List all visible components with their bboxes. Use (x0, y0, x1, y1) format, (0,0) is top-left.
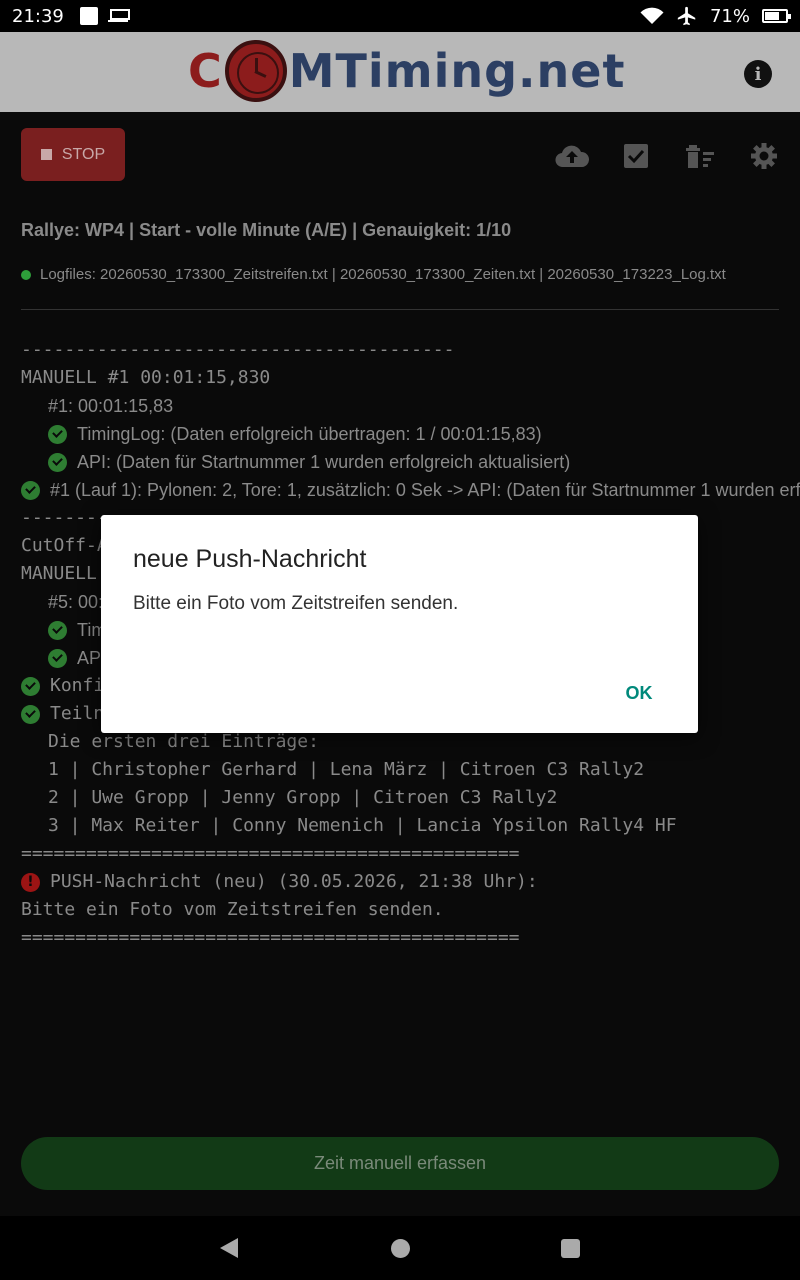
logo-text-c: C (188, 44, 223, 98)
status-dot-icon (21, 269, 31, 280)
airplane-icon (677, 6, 696, 26)
log-line: ---------------------------------------- (21, 339, 455, 360)
log-text: Teiln (50, 703, 105, 724)
manual-time-button[interactable]: Zeit manuell erfassen (21, 1137, 779, 1190)
log-line: ========================================… (21, 927, 520, 948)
status-time: 21:39 (12, 5, 64, 27)
log-line: TimingLog: (Daten erfolgreich übertragen… (21, 420, 800, 448)
check-circle-icon (21, 480, 40, 500)
log-text: #1 (Lauf 1): Pylonen: 2, Tore: 1, zusätz… (50, 480, 800, 500)
network-icon (107, 8, 130, 24)
log-line: Bitte ein Foto vom Zeitstreifen senden. (21, 899, 444, 920)
log-line: 2 | Uwe Gropp | Jenny Gropp | Citroen C3… (48, 787, 558, 808)
dialog-title: neue Push-Nachricht (133, 545, 367, 573)
status-bar: 21:39 71% (0, 0, 800, 32)
log-text: API: (Daten für Startnummer 1 wurden erf… (77, 452, 571, 472)
logfiles-text: Logfiles: 20260530_173300_Zeitstreifen.t… (40, 266, 726, 283)
battery-icon (762, 9, 791, 23)
check-circle-icon (48, 452, 67, 472)
info-icon[interactable]: i (744, 60, 772, 88)
comtiming-logo: C MTiming.net (188, 38, 625, 104)
delete-list-icon[interactable] (683, 140, 717, 172)
stop-button[interactable]: STOP (21, 128, 125, 181)
check-circle-icon (48, 620, 67, 640)
log-line: 3 | Max Reiter | Conny Nemenich | Lancia… (48, 815, 677, 836)
log-line: 1 | Christopher Gerhard | Lena März | Ci… (48, 759, 645, 780)
home-icon[interactable] (391, 1239, 410, 1258)
log-text: AP (77, 648, 102, 668)
logfiles-line: Logfiles: 20260530_173300_Zeitstreifen.t… (21, 266, 779, 283)
log-line: #1: 00:01:15,83 (48, 396, 174, 416)
stop-button-label: STOP (61, 145, 106, 163)
wifi-icon (640, 7, 664, 24)
stop-icon (40, 149, 52, 160)
app-header: C MTiming.net i (0, 32, 800, 112)
check-circle-icon (21, 704, 40, 724)
divider (21, 309, 779, 310)
clock-icon (224, 40, 287, 102)
dialog-message: Bitte ein Foto vom Zeitstreifen senden. (133, 593, 459, 614)
log-line: ========================================… (21, 843, 520, 864)
push-dialog: neue Push-Nachricht Bitte ein Foto vom Z… (101, 515, 698, 733)
alert-icon: ! (21, 872, 40, 892)
check-circle-icon (48, 648, 67, 668)
checkbox-icon[interactable] (619, 140, 653, 172)
log-line: MANUELL #1 00:01:15,830 (21, 367, 271, 388)
recent-apps-icon[interactable] (561, 1239, 580, 1258)
cloud-upload-icon[interactable] (555, 140, 589, 172)
notification-square-icon (79, 7, 98, 25)
log-text: PUSH-Nachricht (neu) (30.05.2026, 21:38 … (50, 871, 538, 892)
ok-button[interactable]: OK (611, 677, 667, 709)
log-text: Konfi (50, 675, 105, 696)
check-circle-icon (21, 676, 40, 696)
logo-text-rest: MTiming.net (288, 44, 626, 98)
navigation-bar (0, 1216, 800, 1280)
gear-icon[interactable] (747, 140, 781, 172)
back-icon[interactable] (220, 1238, 238, 1258)
log-line: #1 (Lauf 1): Pylonen: 2, Tore: 1, zusätz… (21, 476, 800, 504)
log-line: ! PUSH-Nachricht (neu) (30.05.2026, 21:38… (21, 868, 800, 896)
rally-info: Rallye: WP4 | Start - volle Minute (A/E)… (21, 220, 512, 240)
log-line: API: (Daten für Startnummer 1 wurden erf… (21, 448, 800, 476)
log-text: TimingLog: (Daten erfolgreich übertragen… (77, 424, 542, 444)
battery-percent: 71% (709, 5, 750, 27)
check-circle-icon (48, 424, 67, 444)
